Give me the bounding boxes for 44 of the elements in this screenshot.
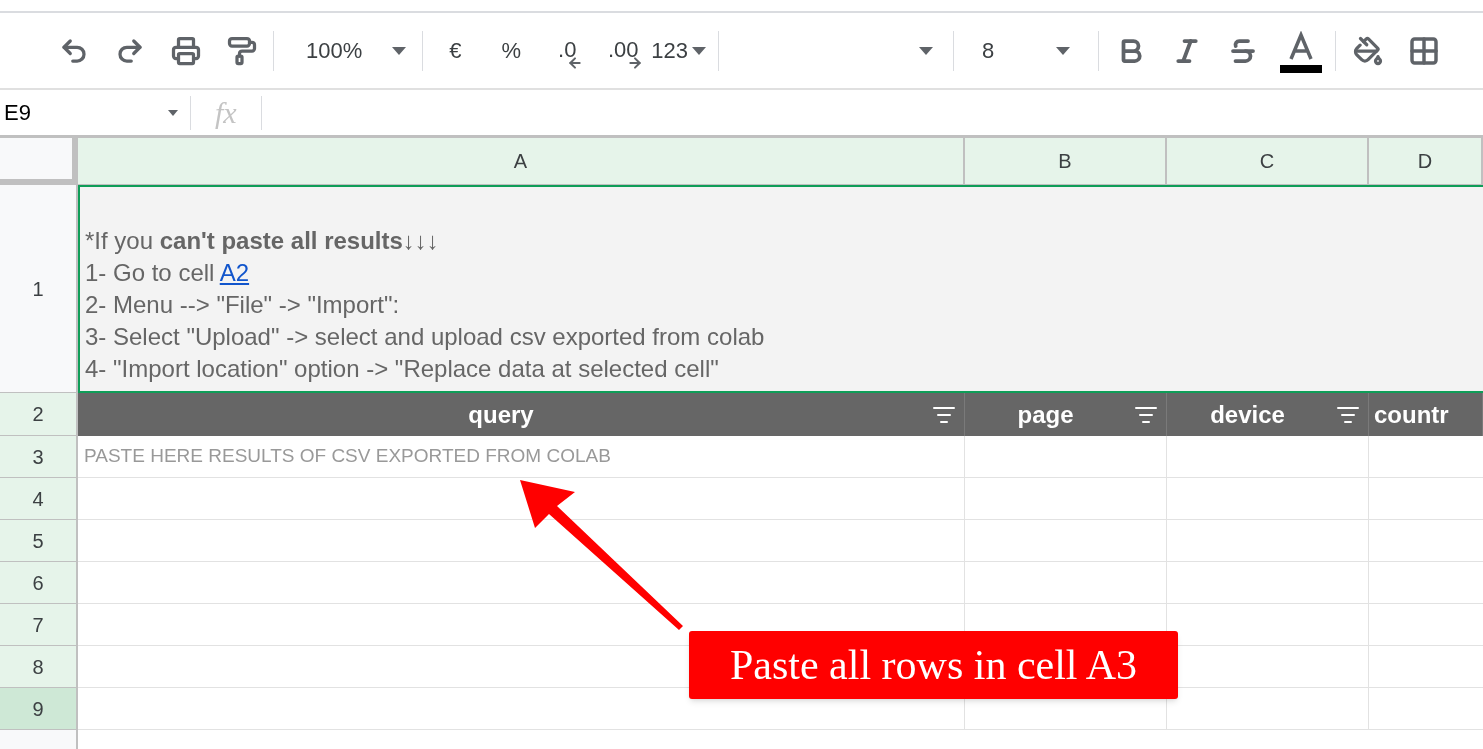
instruction-line: 2- Menu --> "File" -> "Import":	[85, 290, 401, 320]
header-cell: query	[78, 393, 965, 436]
column-header[interactable]: A	[78, 138, 965, 185]
header-cell: device	[1167, 393, 1369, 436]
text-color-icon	[1279, 30, 1323, 73]
row-header[interactable]: 9	[0, 688, 78, 730]
cell-link[interactable]: A2	[219, 259, 250, 286]
print-icon	[171, 35, 201, 66]
row-header[interactable]: 2	[0, 393, 78, 436]
zoom-dropdown[interactable]: 100%	[286, 34, 411, 67]
column-header[interactable]: D	[1369, 138, 1483, 185]
percent-button[interactable]: %	[491, 34, 532, 67]
function-label: fx	[214, 95, 238, 131]
borders-icon	[1408, 34, 1440, 67]
column-header[interactable]: B	[965, 138, 1167, 185]
increase-decimals-button[interactable]: .00	[599, 30, 648, 71]
decrease-decimals-button[interactable]: .0	[547, 30, 588, 71]
caret-icon	[919, 46, 933, 55]
row-header[interactable]: 4	[0, 478, 78, 520]
number-format-dropdown[interactable]: 123	[651, 34, 706, 67]
row-header[interactable]: 7	[0, 604, 78, 646]
paint-roller-icon	[227, 35, 257, 66]
row-header[interactable]: 5	[0, 520, 78, 562]
instruction-line: 1- Go to cell A2	[85, 258, 251, 288]
paint-bucket-icon	[1353, 35, 1383, 66]
callout-label: Paste all rows in cell A3	[689, 631, 1178, 699]
caret-icon	[1056, 46, 1070, 55]
table-cell: PASTE HERE RESULTS OF CSV EXPORTED FROM COLAB	[78, 436, 965, 478]
header-cell: countr	[1369, 393, 1483, 436]
row-header[interactable]: 1	[0, 185, 78, 393]
column-header[interactable]: C	[1167, 138, 1369, 185]
row-header[interactable]: 8	[0, 646, 78, 688]
row-header[interactable]: 6	[0, 562, 78, 604]
currency-button[interactable]: €	[435, 34, 476, 67]
instruction-line: 3- Select "Upload" -> select and upload csv exported from colab	[85, 322, 766, 352]
header-cell: page	[965, 393, 1167, 436]
caret-icon	[392, 46, 407, 55]
caret-icon	[692, 46, 706, 55]
instruction-line: 4- "Import location" option -> "Replace data at selected cell"	[85, 354, 720, 384]
font-size-dropdown[interactable]: 8	[966, 30, 1086, 71]
row-header[interactable]: 3	[0, 436, 78, 478]
instruction-line: *If you can't paste all results↓↓↓	[85, 226, 440, 256]
caret-icon	[168, 109, 178, 116]
name-box[interactable]: E9	[0, 90, 190, 135]
